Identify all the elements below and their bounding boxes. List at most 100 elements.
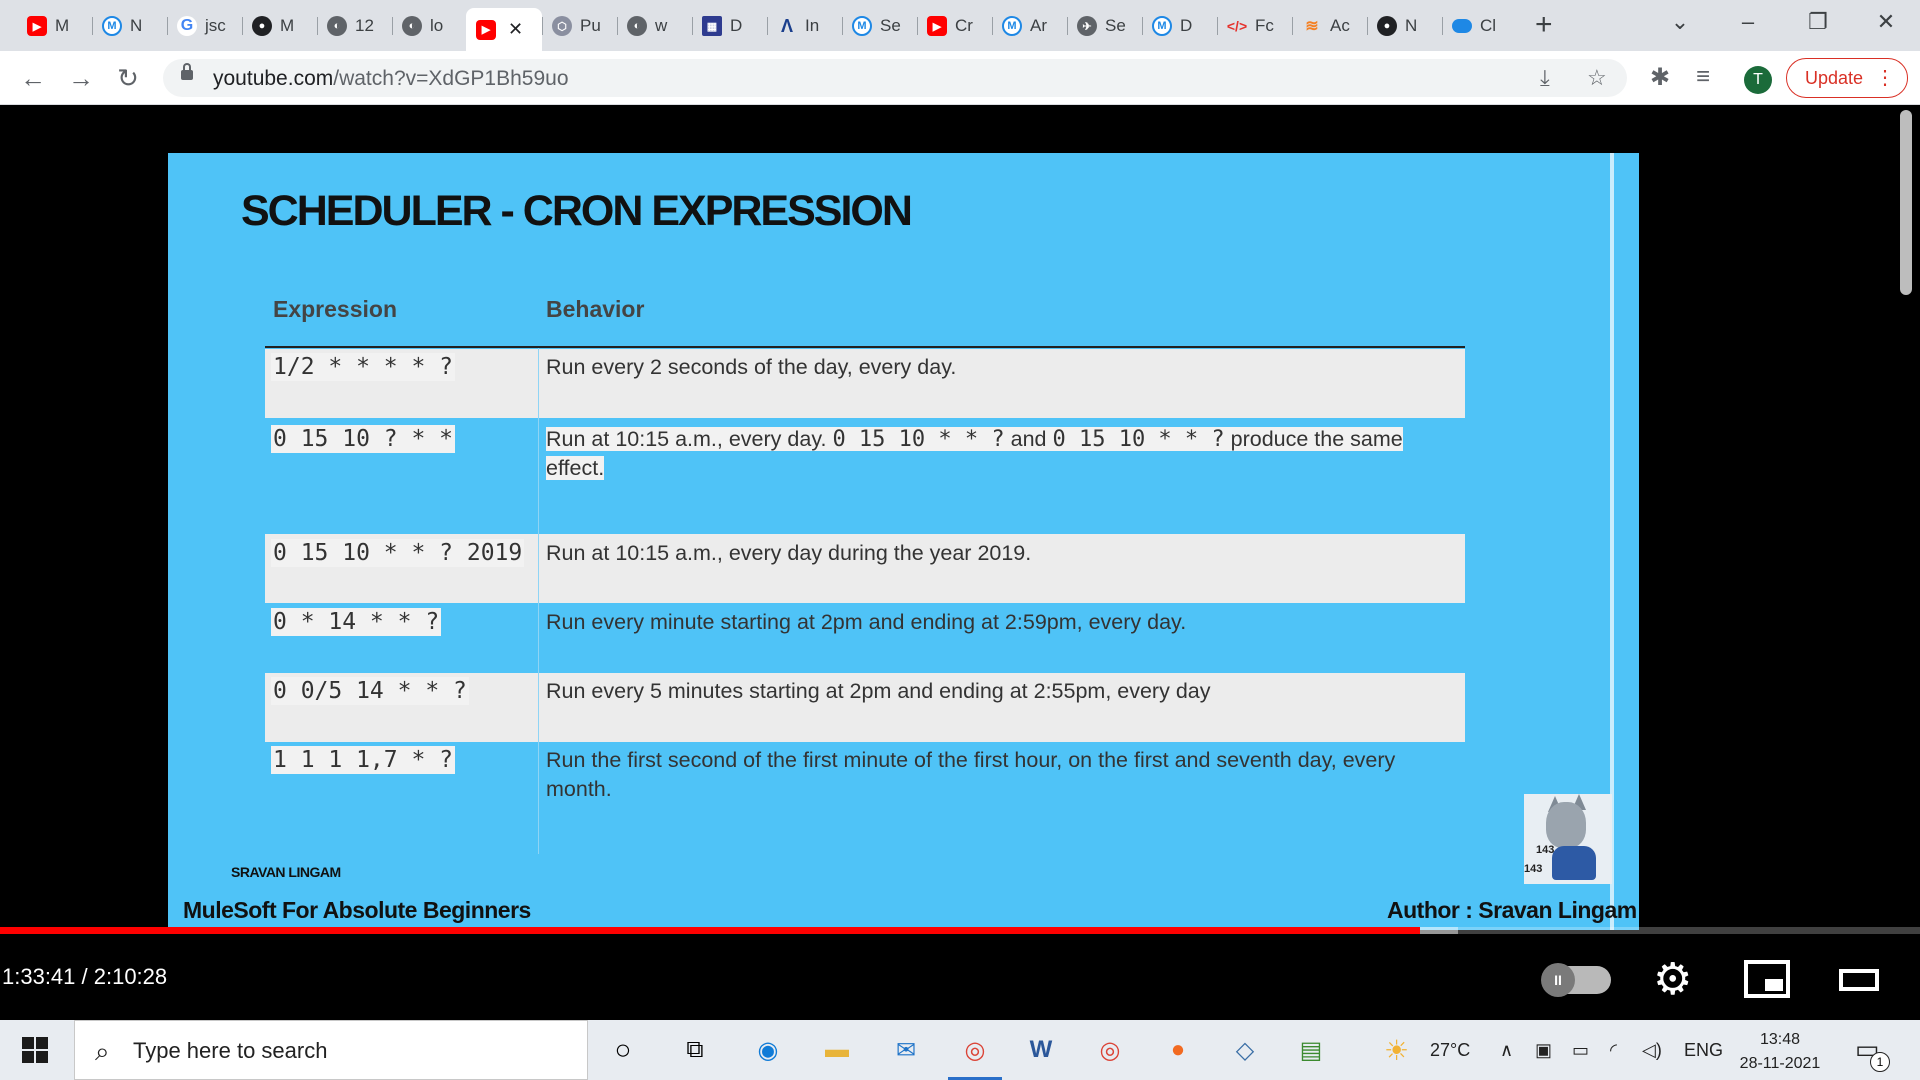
mk-icon: Λ — [780, 15, 793, 36]
cron-expression: 0 15 10 * * ? 2019 — [271, 539, 525, 567]
tab-search-chevron-icon[interactable]: ⌄ — [1652, 4, 1708, 40]
reading-list-icon[interactable]: ≡ — [1696, 63, 1710, 91]
hidden-icons-chevron-icon[interactable]: ∧ — [1500, 1040, 1513, 1061]
wifi-icon[interactable]: ◜ — [1610, 1040, 1617, 1061]
minimize-button[interactable]: – — [1720, 4, 1776, 40]
author-banner: Author : Sravan Lingam — [1387, 897, 1637, 923]
cron-behavior: Run every 5 minutes starting at 2pm and … — [546, 679, 1211, 703]
weather-icon[interactable]: ☀ — [1384, 1034, 1409, 1067]
tab-mulesoft-2[interactable]: M Se — [842, 10, 916, 42]
weather-temperature[interactable]: 27°C — [1430, 1040, 1470, 1061]
search-icon: ⌕ — [95, 1036, 110, 1066]
globe-icon: ◐ — [627, 16, 647, 36]
cortana-icon[interactable]: ○ — [603, 1030, 643, 1070]
forward-arrow-icon[interactable]: → — [66, 63, 96, 93]
tab-mk[interactable]: Λ In — [767, 10, 841, 42]
autoplay-toggle[interactable]: II — [1541, 963, 1611, 997]
mulesoft-icon: M — [852, 16, 872, 36]
close-window-button[interactable]: ✕ — [1858, 4, 1914, 40]
more-menu-icon[interactable]: ⋮ — [1875, 59, 1895, 97]
header-divider — [265, 346, 1465, 348]
github-icon: ● — [1377, 16, 1397, 36]
bird-icon: ✈ — [1077, 16, 1097, 36]
tab-github-2[interactable]: ● N — [1367, 10, 1441, 42]
tab-globe-2[interactable]: ◐ lo — [392, 10, 466, 42]
progress-bar[interactable] — [0, 927, 1920, 934]
tab-stackoverflow[interactable]: ≋ Ac — [1292, 10, 1366, 42]
volume-icon[interactable]: ◁) — [1642, 1040, 1662, 1061]
tab-pu[interactable]: ⬡ Pu — [542, 10, 616, 42]
battery-icon[interactable]: ▭ — [1572, 1040, 1589, 1061]
mail-icon[interactable]: ✉ — [886, 1030, 926, 1070]
mascot-image: 143 143 — [1524, 794, 1612, 884]
tab-bird[interactable]: ✈ Se — [1067, 10, 1141, 42]
anypoint-studio-icon[interactable]: ◇ — [1225, 1030, 1265, 1070]
cron-expression: 1/2 * * * * ? — [271, 353, 456, 381]
dt-icon: ▦ — [702, 16, 722, 36]
tab-github-1[interactable]: ● M — [242, 10, 316, 42]
extensions-puzzle-icon[interactable]: ✱ — [1650, 63, 1670, 92]
github-icon: ● — [252, 16, 272, 36]
cron-expression: 0 15 10 ? * * — [271, 425, 456, 453]
reload-icon[interactable]: ↻ — [113, 63, 143, 93]
tab-youtube-1[interactable]: ▶ M — [17, 10, 91, 42]
page-scrollbar[interactable] — [1900, 110, 1912, 295]
notification-count: 1 — [1870, 1052, 1890, 1072]
tab-code[interactable]: </> Fc — [1217, 10, 1291, 42]
address-bar[interactable]: youtube.com/watch?v=XdGP1Bh59uo ⤓ ☆ — [163, 59, 1627, 97]
column-divider — [538, 348, 539, 854]
column-header-behavior: Behavior — [546, 296, 645, 322]
taskbar-search-box[interactable]: ⌕ Type here to search — [74, 1020, 588, 1080]
install-app-icon[interactable]: ⤓ — [1540, 65, 1550, 91]
update-button[interactable]: Update ⋮ — [1786, 58, 1908, 98]
tab-google[interactable]: Gjsc — [167, 10, 241, 42]
cron-expression: 1 1 1 1,7 * ? — [271, 746, 456, 774]
youtube-icon: ▶ — [27, 16, 47, 36]
restore-button[interactable]: ❐ — [1790, 4, 1846, 40]
tab-globe-1[interactable]: ◐ 12 — [317, 10, 391, 42]
edge-icon[interactable]: ◉ — [748, 1030, 788, 1070]
chrome-profile-icon[interactable]: ◎ — [1090, 1030, 1130, 1070]
word-icon[interactable]: W — [1021, 1030, 1061, 1070]
code-icon: </> — [1226, 18, 1248, 34]
theater-mode-icon[interactable] — [1839, 969, 1879, 991]
meet-now-icon[interactable]: ▣ — [1535, 1040, 1552, 1061]
youtube-icon: ▶ — [476, 19, 496, 40]
windows-start-icon[interactable] — [22, 1037, 48, 1063]
miniplayer-icon[interactable] — [1744, 960, 1790, 998]
file-explorer-icon[interactable]: ▬ — [817, 1030, 857, 1070]
browser-toolbar: ← → ↻ youtube.com/watch?v=XdGP1Bh59uo ⤓ … — [0, 51, 1920, 105]
postman-icon[interactable]: ● — [1158, 1030, 1198, 1070]
settings-gear-icon[interactable]: ⚙ — [1653, 958, 1692, 1002]
tab-cloud[interactable]: Cl — [1442, 10, 1516, 42]
url-text[interactable]: youtube.com/watch?v=XdGP1Bh59uo — [213, 67, 569, 91]
new-tab-button[interactable]: + — [1535, 8, 1553, 42]
mulesoft-icon: M — [1152, 16, 1172, 36]
tab-mulesoft-1[interactable]: MN — [92, 10, 166, 42]
notepad-plus-icon[interactable]: ▤ — [1291, 1030, 1331, 1070]
cron-behavior: Run the first second of the first minute… — [546, 748, 1396, 801]
bookmark-star-icon[interactable]: ☆ — [1587, 65, 1607, 91]
tab-mulesoft-3[interactable]: M Ar — [992, 10, 1066, 42]
course-title-banner: MuleSoft For Absolute Beginners — [183, 897, 531, 923]
tab-dt[interactable]: ▦ D — [692, 10, 766, 42]
slide-title: SCHEDULER - CRON EXPRESSION — [241, 187, 913, 235]
tab-youtube-active[interactable]: ▶ ✕ — [466, 8, 542, 51]
close-tab-icon[interactable]: ✕ — [508, 19, 523, 40]
stackoverflow-icon: ≋ — [1305, 18, 1319, 35]
column-header-expression: Expression — [273, 296, 397, 322]
back-arrow-icon[interactable]: ← — [18, 63, 48, 93]
tab-mulesoft-4[interactable]: MD — [1142, 10, 1216, 42]
task-view-icon[interactable]: ⧉ — [675, 1030, 715, 1070]
taskbar-clock[interactable]: 13:48 28-11-2021 — [1735, 1028, 1825, 1076]
chrome-icon[interactable]: ◎ — [948, 1030, 1002, 1080]
cloud-icon — [1452, 19, 1472, 33]
globe-icon: ◐ — [327, 16, 347, 36]
tab-youtube-2[interactable]: ▶ Cr — [917, 10, 991, 42]
google-icon: G — [177, 16, 197, 36]
input-language[interactable]: ENG — [1684, 1040, 1723, 1061]
profile-avatar[interactable]: T — [1744, 66, 1772, 94]
tab-globe-3[interactable]: ◐ w — [617, 10, 691, 42]
youtube-icon: ▶ — [927, 16, 947, 36]
puzzle-site-icon: ⬡ — [552, 16, 572, 36]
